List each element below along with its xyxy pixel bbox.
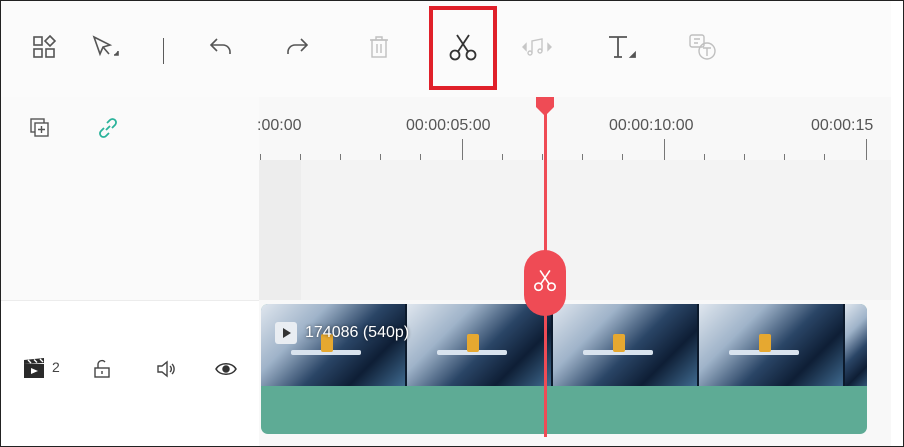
redo-icon xyxy=(283,35,311,59)
scissors-icon xyxy=(532,268,558,299)
scissors-icon xyxy=(447,32,479,64)
clip-thumbnail xyxy=(845,304,867,386)
text-tool-button[interactable] xyxy=(599,25,643,69)
play-icon xyxy=(275,322,297,344)
text-tool-icon xyxy=(605,33,637,61)
clip-thumbnail xyxy=(261,304,407,386)
audio-edit-button[interactable] xyxy=(515,25,559,69)
undo-icon xyxy=(207,35,235,59)
clip-label: 174086 (540p) xyxy=(275,322,409,344)
ruler-tick-major xyxy=(462,139,463,160)
layout-grid-icon xyxy=(31,33,59,61)
lock-icon[interactable] xyxy=(87,354,117,384)
speech-to-text-icon xyxy=(687,32,719,62)
ruler-tick-major xyxy=(866,139,867,160)
select-tool-button[interactable] xyxy=(83,25,127,69)
timeline-area[interactable]: :00:00 00:00:05:00 00:00:10:00 00:00:15 xyxy=(257,97,891,446)
trash-icon xyxy=(367,34,391,60)
ruler-label-3: 00:00:15 xyxy=(811,117,874,134)
layout-button[interactable] xyxy=(23,25,67,69)
audio-edit-icon xyxy=(520,35,554,59)
undo-button[interactable] xyxy=(199,25,243,69)
delete-button[interactable] xyxy=(357,25,401,69)
editor-window: 2 :00:00 00:00:05:00 00:00:10:00 00:00:1… xyxy=(0,0,904,447)
split-at-playhead-button[interactable] xyxy=(524,250,566,316)
clip-thumbnail xyxy=(407,304,553,386)
timeline-toolbar xyxy=(1,1,891,97)
empty-track-lane[interactable] xyxy=(259,160,891,300)
select-arrow-icon xyxy=(90,33,120,61)
speaker-icon[interactable] xyxy=(151,354,181,384)
playhead-handle[interactable] xyxy=(534,97,556,117)
eye-icon[interactable] xyxy=(211,354,241,384)
ruler-label-1: 00:00:05:00 xyxy=(406,117,491,134)
track-number: 2 xyxy=(52,359,60,375)
split-button[interactable] xyxy=(429,6,497,90)
toolbar-separator xyxy=(163,38,164,64)
clip-thumbnail xyxy=(553,304,699,386)
ruler-label-2: 00:00:10:00 xyxy=(609,117,694,134)
add-track-icon[interactable] xyxy=(25,113,55,143)
track-divider xyxy=(1,300,259,301)
track-header-panel: 2 xyxy=(1,97,259,446)
link-icon[interactable] xyxy=(93,113,123,143)
empty-track-shade xyxy=(259,160,301,300)
redo-button[interactable] xyxy=(275,25,319,69)
clip-thumbnail xyxy=(699,304,845,386)
speech-to-text-button[interactable] xyxy=(681,25,725,69)
clip-title: 174086 (540p) xyxy=(305,324,410,341)
video-clip[interactable]: 174086 (540p) xyxy=(261,304,867,434)
ruler-tick-major xyxy=(664,139,665,160)
clip-thumbnails xyxy=(261,304,867,386)
ruler-label-0: :00:00 xyxy=(257,117,302,134)
video-track-icon xyxy=(19,354,49,384)
